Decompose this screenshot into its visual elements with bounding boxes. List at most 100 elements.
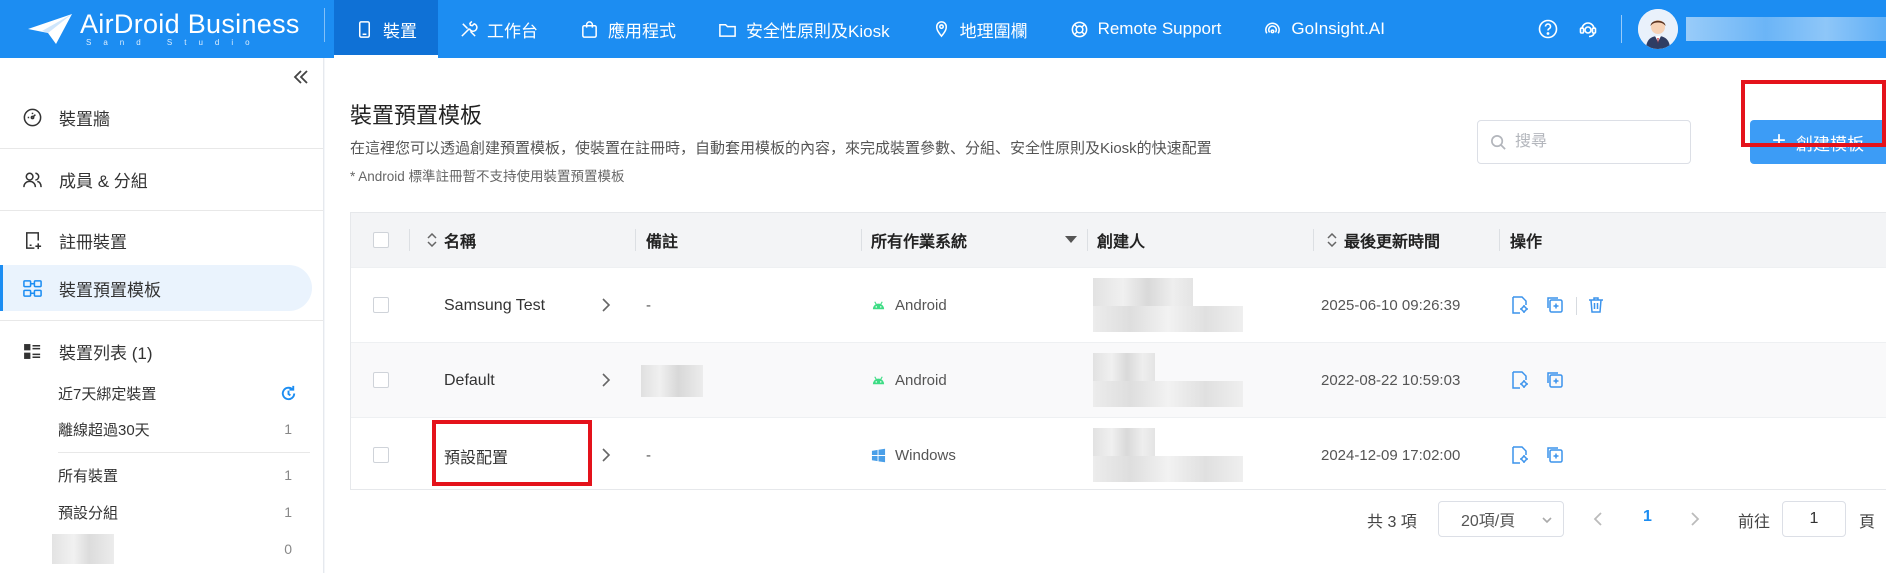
sidebar-item-label: 裝置牆 [59,109,110,129]
logo-divider [324,8,325,42]
table-row[interactable]: Samsung Test - Android 2025-06-10 09:26:… [351,267,1886,342]
sidebar-item-label: 註冊裝置 [59,232,127,252]
creator-redacted [1093,428,1243,482]
brand-subtitle: Sand Studio [86,38,262,47]
nav-devices[interactable]: 裝置 [334,0,438,58]
nav-apps[interactable]: 應用程式 [559,0,697,58]
creator-redacted [1093,353,1243,407]
sidebar-item-label: 裝置預置模板 [59,280,161,300]
username-redacted[interactable] [1686,17,1886,41]
support-agent-icon[interactable] [1577,18,1599,40]
edit-settings-icon[interactable] [1510,295,1530,315]
search-input[interactable] [1515,133,1685,151]
sidebar-divider [0,148,323,149]
header-os: 所有作業系統 [871,234,968,251]
prev-page-icon[interactable] [1591,510,1605,528]
page-size-select[interactable]: 20項/頁 [1438,501,1564,537]
row-checkbox[interactable] [373,447,389,463]
sub-item-redacted-group[interactable]: 0 [52,534,298,564]
sidebar-item-enroll-device[interactable]: 註冊裝置 [0,217,323,263]
os-filter-dropdown-icon[interactable] [1065,236,1077,243]
sidebar-item-device-templates[interactable]: 裝置預置模板 [0,265,312,311]
sort-icon [1327,233,1337,247]
nav-geofence[interactable]: 地理圍欄 [911,0,1049,58]
nav-workbench[interactable]: 工作台 [438,0,559,58]
folder-icon [719,23,736,37]
delete-icon[interactable] [1586,295,1606,315]
goto-page-input[interactable] [1782,501,1846,537]
sort-icon [427,233,437,247]
search-icon [1491,134,1506,150]
edit-settings-icon[interactable] [1510,445,1530,465]
nav-label: Remote Support [1097,19,1222,38]
page-suffix: 頁 [1859,514,1876,531]
template-name[interactable]: Samsung Test [444,268,545,343]
sub-item-default-group[interactable]: 預設分組 1 [58,497,298,527]
template-note: - [646,447,651,464]
header-separator [861,229,862,251]
row-checkbox[interactable] [373,297,389,313]
android-icon [872,301,885,310]
sidebar-item-label: 成員 & 分組 [59,171,148,191]
sidebar-item-device-wall[interactable]: 裝置牆 [0,94,323,140]
next-page-icon[interactable] [1688,510,1702,528]
help-icon[interactable] [1537,18,1559,40]
row-checkbox[interactable] [373,372,389,388]
user-avatar[interactable] [1638,9,1678,49]
template-note [641,343,703,418]
template-os: Windows [871,418,956,493]
current-page[interactable]: 1 [1643,508,1652,526]
brand-name: AirDroid Business [80,9,300,39]
sub-item-count: 0 [284,541,292,557]
brand-logo[interactable]: AirDroid Business Sand Studio [26,6,300,52]
select-all-checkbox[interactable] [373,232,389,248]
nav-policy-kiosk[interactable]: 安全性原則及Kiosk [697,0,911,58]
header-actions: 操作 [1510,234,1543,251]
table-row[interactable]: 預設配置 - Windows 2024-12-09 17:02:00 [351,417,1886,492]
copy-template-icon[interactable] [1545,445,1565,465]
sidebar-item-device-list[interactable]: 裝置列表 (1) [0,328,323,374]
chevron-right-icon[interactable] [601,298,611,312]
nav-goinsight[interactable]: GoInsight.AI [1242,0,1406,58]
nav-remote-support[interactable]: Remote Support [1049,0,1243,58]
header-name[interactable]: 名稱 [426,213,476,267]
enroll-icon [26,231,42,249]
sub-item-count: 1 [284,467,292,483]
header-separator [1499,229,1500,251]
template-name[interactable]: 預設配置 [444,418,508,493]
redacted-group-name [52,534,114,564]
sidebar: 裝置牆 成員 & 分組 註冊裝置 裝置預置模板 裝置列表 (1) 近7天綁定裝置… [0,58,324,573]
copy-template-icon[interactable] [1545,370,1565,390]
chevron-right-icon[interactable] [601,373,611,387]
sub-item-label: 所有裝置 [58,467,119,485]
sidebar-item-members-groups[interactable]: 成員 & 分組 [0,156,323,202]
sub-item-label: 離線超過30天 [58,421,150,439]
top-right-tools [1537,0,1886,58]
header-updated[interactable]: 最後更新時間 [1326,213,1440,267]
plus-icon: + [1771,127,1786,154]
sub-item-offline-30d[interactable]: 離線超過30天 1 [58,414,298,444]
edit-settings-icon[interactable] [1510,370,1530,390]
ai-icon [1265,21,1281,34]
action-separator [1576,297,1577,315]
list-icon [24,343,41,359]
sub-item-label: 預設分組 [58,504,119,522]
refresh-icon[interactable] [279,384,298,403]
pagination-total: 共 3 項 [1367,514,1417,531]
table-row[interactable]: Default Android 2022-08-22 10:59:03 [351,342,1886,417]
copy-template-icon[interactable] [1545,295,1565,315]
create-template-label: 創建模板 [1796,134,1864,154]
header-note: 備註 [646,234,679,251]
search-box[interactable] [1477,120,1691,164]
create-template-button[interactable]: + 創建模板 [1750,120,1886,164]
chevron-right-icon[interactable] [601,448,611,462]
main-content: 裝置預置模板 在這裡您可以透過創建預置模板，使裝置在註冊時，自動套用模板的內容，… [325,58,1886,573]
header-separator [409,229,410,251]
tools-icon [461,20,478,37]
sub-item-recent-bound[interactable]: 近7天綁定裝置 [58,378,298,408]
sub-item-all-devices[interactable]: 所有裝置 1 [58,460,298,490]
template-os: Android [871,268,947,343]
template-name[interactable]: Default [444,343,495,418]
collapse-sidebar-icon[interactable] [290,66,312,88]
paper-plane-logo-icon [28,14,72,44]
